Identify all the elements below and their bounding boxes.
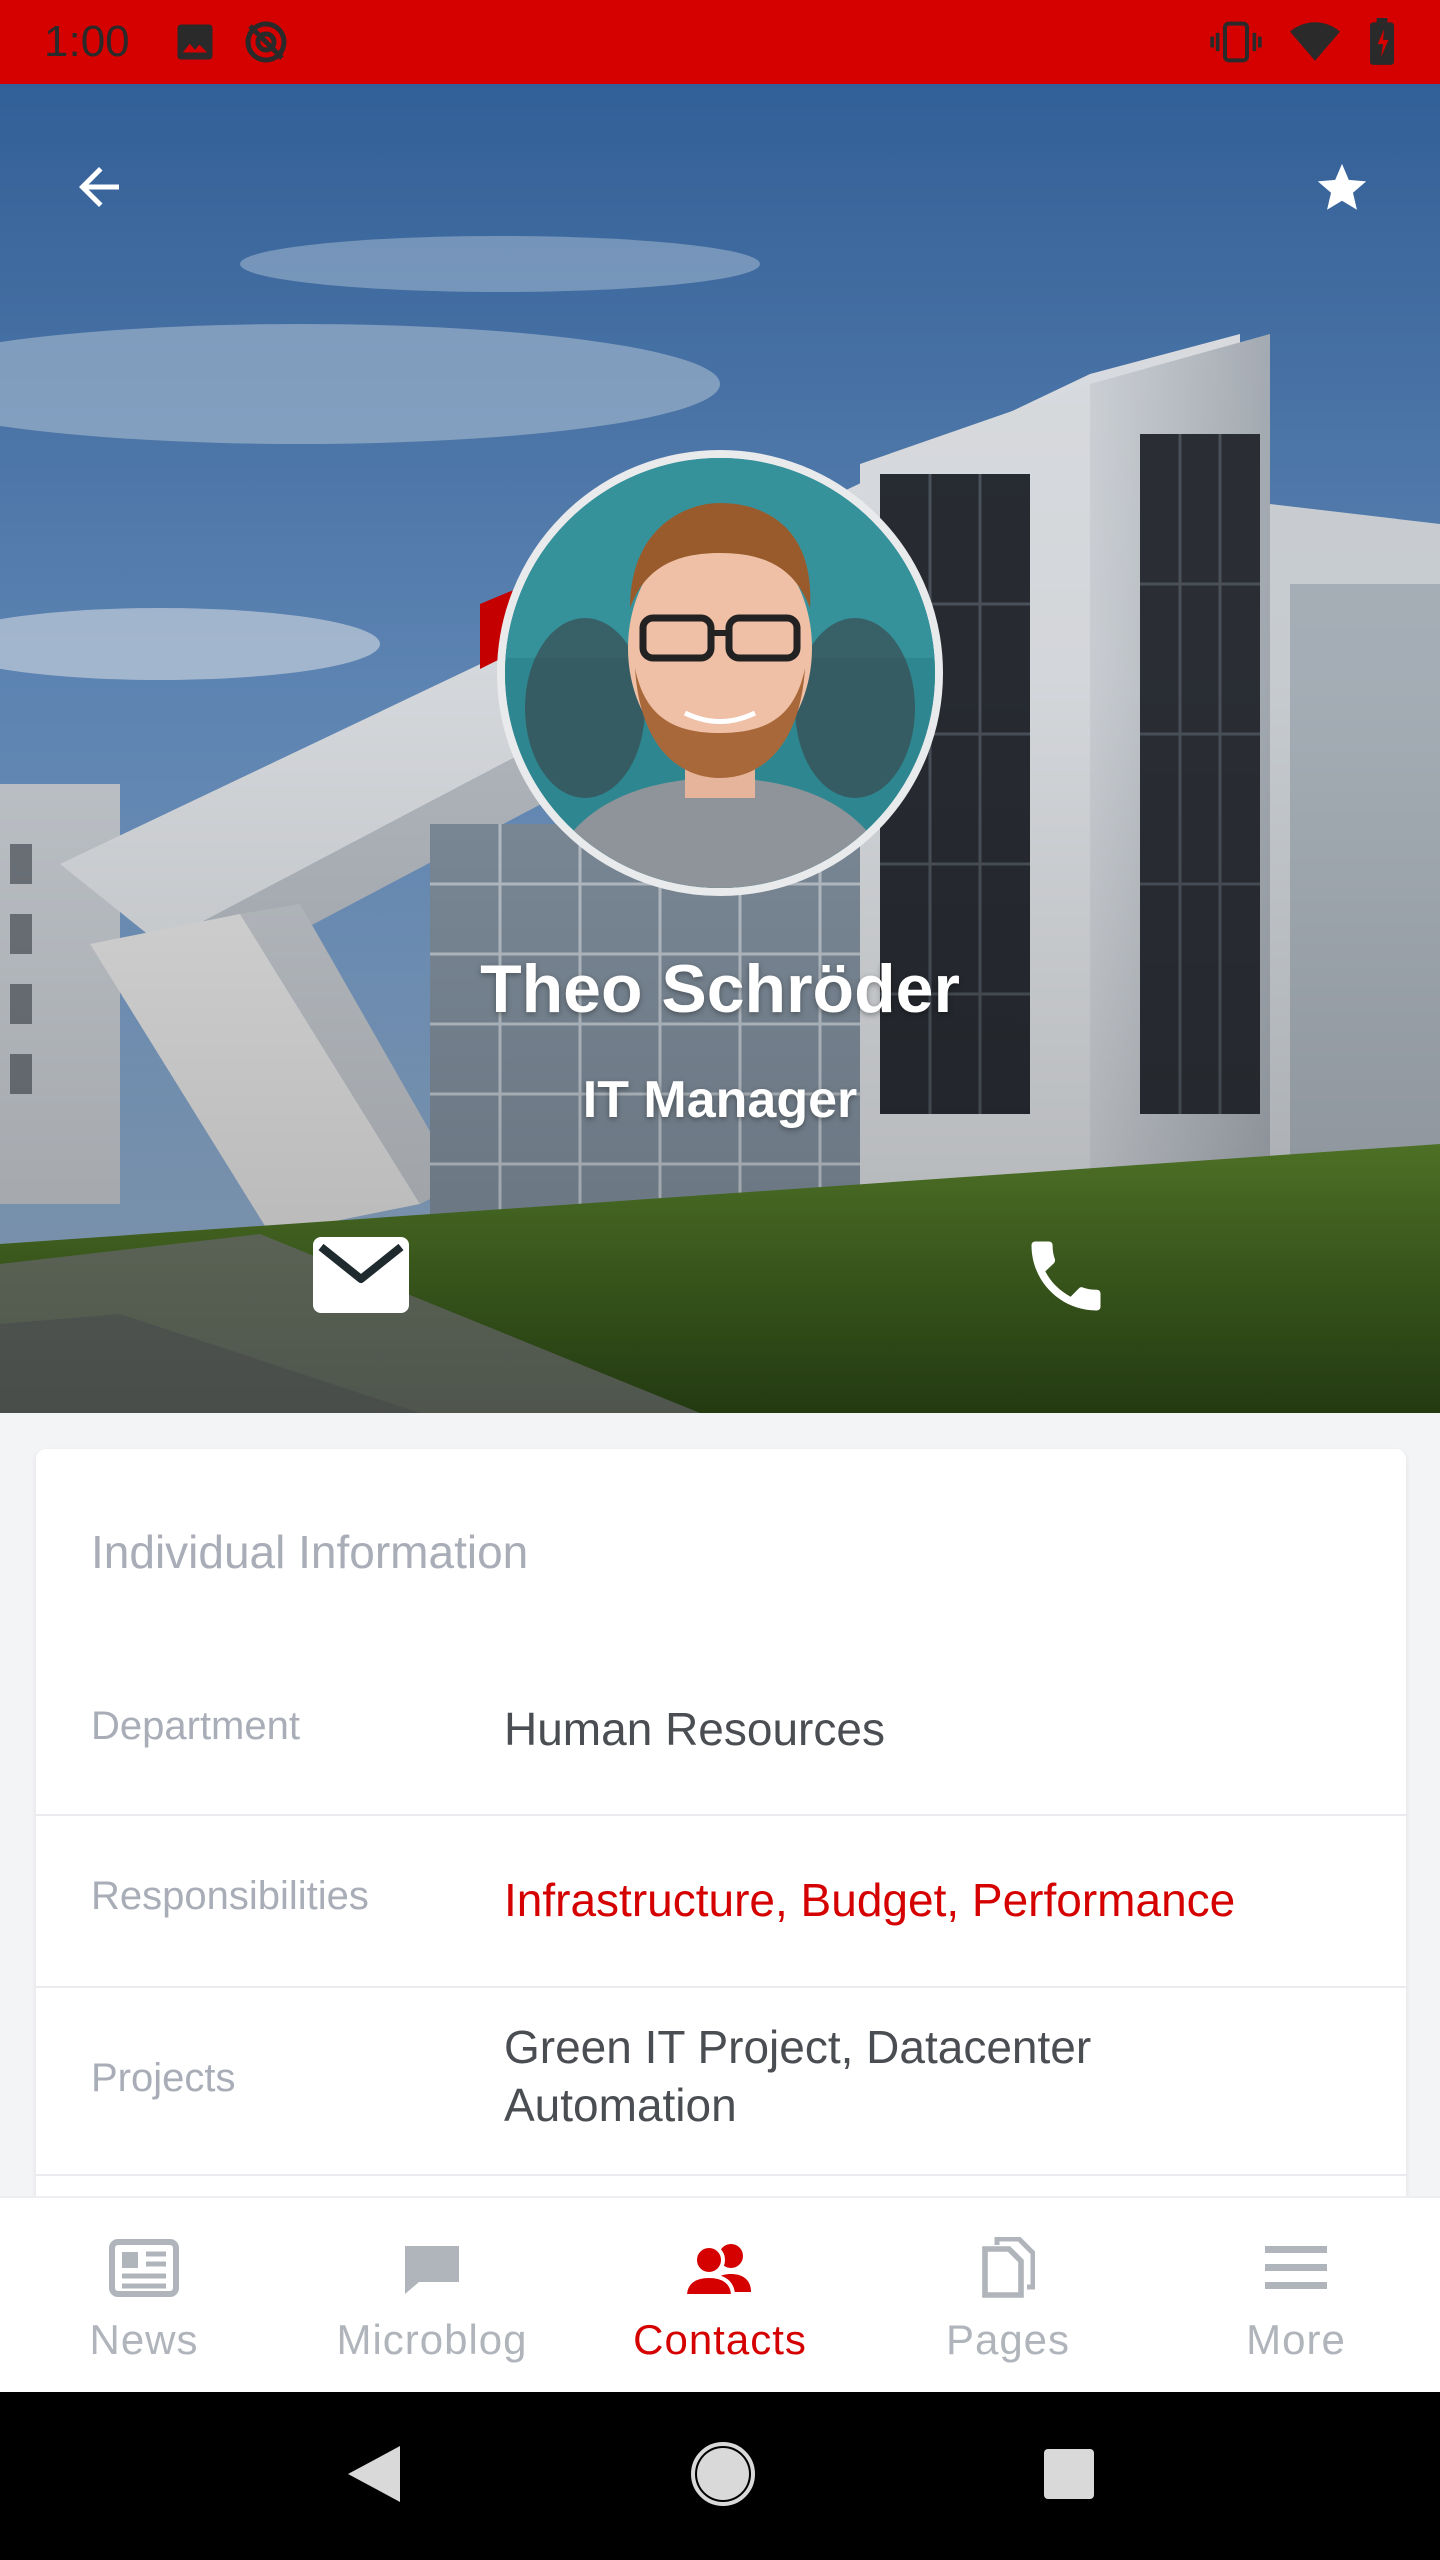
system-recents-button[interactable] bbox=[1042, 2447, 1096, 2506]
info-row-department: Department Human Resources bbox=[36, 1644, 1406, 1816]
system-navigation-bar bbox=[0, 2392, 1440, 2560]
nav-item-pages[interactable]: Pages bbox=[864, 2198, 1152, 2392]
status-bar: 1:00 bbox=[0, 0, 1440, 84]
individual-information-card: Individual Information Department Human … bbox=[36, 1449, 1406, 2209]
info-label: Department bbox=[91, 1704, 300, 1748]
status-time: 1:00 bbox=[44, 17, 130, 66]
system-home-button[interactable] bbox=[690, 2441, 755, 2511]
nav-label: Microblog bbox=[336, 2316, 528, 2363]
contact-name: Theo Schröder bbox=[480, 951, 960, 1027]
info-value: Human Resources bbox=[504, 1703, 885, 1755]
info-label: Responsibilities bbox=[91, 1874, 369, 1918]
system-back-button[interactable] bbox=[344, 2442, 404, 2511]
responsibilities-link[interactable]: Infrastructure, Budget, Performance bbox=[504, 1871, 1334, 1929]
contact-role: IT Manager bbox=[582, 1071, 858, 1129]
nav-label: More bbox=[1246, 2316, 1346, 2363]
phone-button[interactable] bbox=[1016, 1228, 1116, 1328]
email-button[interactable] bbox=[306, 1232, 416, 1322]
info-row-projects: Projects Green IT Project, Datacenter Au… bbox=[36, 1988, 1406, 2176]
favorite-button[interactable] bbox=[1304, 152, 1380, 228]
menu-icon bbox=[1265, 2244, 1327, 2297]
nav-item-microblog[interactable]: Microblog bbox=[288, 2198, 576, 2392]
info-row-responsibilities: Responsibilities Infrastructure, Budget,… bbox=[36, 1816, 1406, 1988]
contacts-icon bbox=[682, 2238, 755, 2303]
image-icon bbox=[174, 21, 216, 63]
profile-header: Theo Schröder IT Manager bbox=[0, 84, 1440, 1413]
arrow-back-icon bbox=[69, 157, 129, 222]
chat-icon bbox=[399, 2238, 465, 2303]
info-label: Projects bbox=[91, 2056, 236, 2100]
card-title: Individual Information bbox=[91, 1526, 529, 1578]
wifi-icon bbox=[1290, 20, 1340, 64]
star-icon bbox=[1313, 159, 1371, 222]
nav-label: Pages bbox=[945, 2316, 1071, 2363]
nav-label: Contacts bbox=[633, 2316, 807, 2363]
mail-icon bbox=[311, 1235, 411, 1320]
nav-item-more[interactable]: More bbox=[1152, 2198, 1440, 2392]
nav-label: News bbox=[89, 2316, 199, 2363]
bottom-navigation: News Microblog Contacts Pages More bbox=[0, 2196, 1440, 2392]
nav-item-contacts[interactable]: Contacts bbox=[576, 2198, 864, 2392]
no-sync-icon bbox=[242, 18, 290, 66]
nav-item-news[interactable]: News bbox=[0, 2198, 288, 2392]
vibrate-icon bbox=[1210, 20, 1262, 64]
battery-icon bbox=[1368, 18, 1396, 66]
back-button[interactable] bbox=[64, 154, 134, 224]
phone-icon bbox=[1020, 1230, 1112, 1327]
pages-icon bbox=[981, 2236, 1036, 2304]
news-icon bbox=[108, 2238, 180, 2303]
avatar bbox=[497, 450, 943, 896]
info-value: Green IT Project, Datacenter Automation bbox=[504, 2021, 1092, 2131]
